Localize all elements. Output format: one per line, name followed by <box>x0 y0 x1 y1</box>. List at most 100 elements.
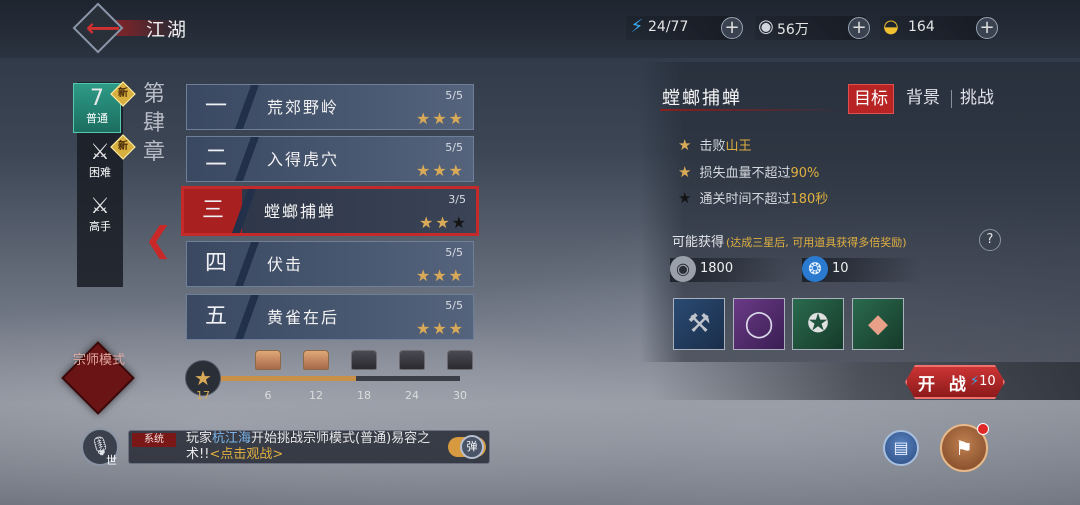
stage-divider <box>235 85 259 129</box>
world-channel-tag: 世 <box>106 454 117 467</box>
reward-exp: ❂ 10 <box>802 256 920 282</box>
star-icon: ★ <box>448 161 465 180</box>
tab-hard-label: 困难 <box>89 166 111 179</box>
ring-icon: ◯ <box>744 309 774 339</box>
stage-divider <box>235 295 259 339</box>
star-icon: ★ <box>448 109 465 128</box>
chest-milestone-label: 6 <box>264 389 272 402</box>
reward-chest[interactable] <box>303 350 329 370</box>
barrage-toggle-knob[interactable]: 弹 <box>460 435 484 459</box>
fight-cost: ⚡10 <box>970 374 996 389</box>
stage-progress: 5/5 <box>445 141 463 154</box>
back-arrow-icon[interactable]: ⟵ <box>86 14 120 42</box>
system-tag: 系统 <box>132 433 176 447</box>
stage-item[interactable]: 二入得虎穴 5/5 ★★★ <box>186 136 474 182</box>
stage-stars: ★★★ <box>419 213 468 232</box>
fight-button-label[interactable]: 开 战 <box>918 370 970 395</box>
stage-item[interactable]: 四伏击 5/5 ★★★ <box>186 241 474 287</box>
chest-milestone-label: 18 <box>357 389 371 402</box>
reward-item-ring[interactable]: ◯ <box>733 298 785 350</box>
tab-expert[interactable]: ⚔ 高手 <box>76 192 124 242</box>
tab-background[interactable]: 背景 <box>900 84 946 114</box>
lightning-icon: ⚡ <box>970 374 980 389</box>
stage-progress: 5/5 <box>445 246 463 259</box>
star-icon: ★ <box>432 266 449 285</box>
stamina-display: ⚡ 24/77 <box>626 16 736 40</box>
stage-name: 黄雀在后 <box>267 308 340 327</box>
star-icon: ★ <box>678 189 692 207</box>
scroll-button[interactable]: ▤ <box>883 430 919 466</box>
reward-note: (达成三星后, 可用道具获得多倍奖励) <box>726 236 907 249</box>
star-icon: ★ <box>432 319 449 338</box>
gold-value: 164 <box>908 19 935 35</box>
star-icon: ★ <box>435 213 452 232</box>
stage-divider <box>232 189 256 233</box>
tab-challenge[interactable]: 挑战 <box>954 84 1000 114</box>
stage-item[interactable]: 五黄雀在后 5/5 ★★★ <box>186 294 474 340</box>
stage-divider <box>235 242 259 286</box>
reward-chest[interactable] <box>351 350 377 370</box>
page-title: 江湖 <box>146 19 189 41</box>
reward-chest[interactable] <box>447 350 473 370</box>
star-icon: ★ <box>415 161 433 180</box>
reward-header: 可能获得 (达成三星后, 可用道具获得多倍奖励) <box>672 235 907 250</box>
ore-icon: ◆ <box>868 309 888 339</box>
exp-orb-icon: ❂ <box>802 256 828 282</box>
stage-divider <box>235 137 259 181</box>
stage-name: 螳螂捕蝉 <box>264 202 337 221</box>
scroll-icon: ▤ <box>893 438 909 457</box>
stage-item[interactable]: 一荒郊野岭 5/5 ★★★ <box>186 84 474 130</box>
reward-chest[interactable] <box>399 350 425 370</box>
star-icon: ★ <box>432 161 449 180</box>
star-icon: ★ <box>432 109 449 128</box>
gold-display: ◒ 164 <box>880 16 990 40</box>
chat-message: 玩家杭江海开始挑战宗师模式(普通)易容之术!!<点击观战> <box>186 431 431 462</box>
star-icon: ★ <box>448 319 465 338</box>
reward-chest[interactable] <box>255 350 281 370</box>
help-button[interactable]: ? <box>979 229 1001 251</box>
chest-milestone-label: 30 <box>453 389 467 402</box>
stage-item[interactable]: 三螳螂捕蝉 3/5 ★★★ <box>181 186 479 236</box>
add-coins-button[interactable]: + <box>848 17 870 39</box>
star-icon: ★ <box>451 213 468 232</box>
add-stamina-button[interactable]: + <box>721 17 743 39</box>
star-icon: ★ <box>418 213 436 232</box>
reward-coin: ◉ 1800 <box>670 256 788 282</box>
stage-name: 伏击 <box>267 255 304 274</box>
tab-divider <box>951 90 952 108</box>
crossed-swords-icon: ⚔ <box>90 194 110 219</box>
stage-stars: ★★★ <box>416 266 465 285</box>
fight-bar <box>650 362 1080 400</box>
chapter-label: 第肆章 <box>142 82 165 165</box>
watch-link[interactable]: <点击观战> <box>209 447 283 462</box>
master-mode-label[interactable]: 宗师模式 <box>72 350 126 369</box>
star-progress-fill <box>220 376 356 381</box>
lightning-icon: ⚡ <box>630 16 644 37</box>
coin-icon: ◉ <box>670 256 696 282</box>
add-gold-button[interactable]: + <box>976 17 998 39</box>
notification-dot <box>977 423 989 435</box>
star-icon: ★ <box>678 163 692 181</box>
star-icon: ★ <box>448 266 465 285</box>
selection-arrow-icon: ❮ <box>144 220 173 260</box>
reward-item-anvil[interactable]: ⚒ <box>673 298 725 350</box>
goal-item: ★ 通关时间不超过180秒 <box>678 189 829 207</box>
stage-name: 入得虎穴 <box>267 150 340 169</box>
star-icon: ★ <box>415 266 433 285</box>
stage-progress: 5/5 <box>445 89 463 102</box>
stage-stars: ★★★ <box>416 161 465 180</box>
banner-icon: ⚑ <box>955 436 973 460</box>
reward-coin-value: 1800 <box>700 261 734 276</box>
stage-stars: ★★★ <box>416 109 465 128</box>
stage-detail-title: 螳螂捕蝉 <box>662 88 742 109</box>
goal-item: ★ 损失血量不超过90% <box>678 163 820 181</box>
star-total-value: 17 <box>196 389 210 402</box>
chest-milestone-label: 12 <box>309 389 323 402</box>
stamina-value: 24/77 <box>648 19 689 35</box>
reward-item-emblem[interactable]: ✪ <box>792 298 844 350</box>
player-name[interactable]: 杭江海 <box>212 431 251 446</box>
tab-goals[interactable]: 目标 <box>848 84 894 114</box>
chest-milestone-label: 24 <box>405 389 419 402</box>
reward-item-ore[interactable]: ◆ <box>852 298 904 350</box>
stage-name: 荒郊野岭 <box>267 98 340 117</box>
